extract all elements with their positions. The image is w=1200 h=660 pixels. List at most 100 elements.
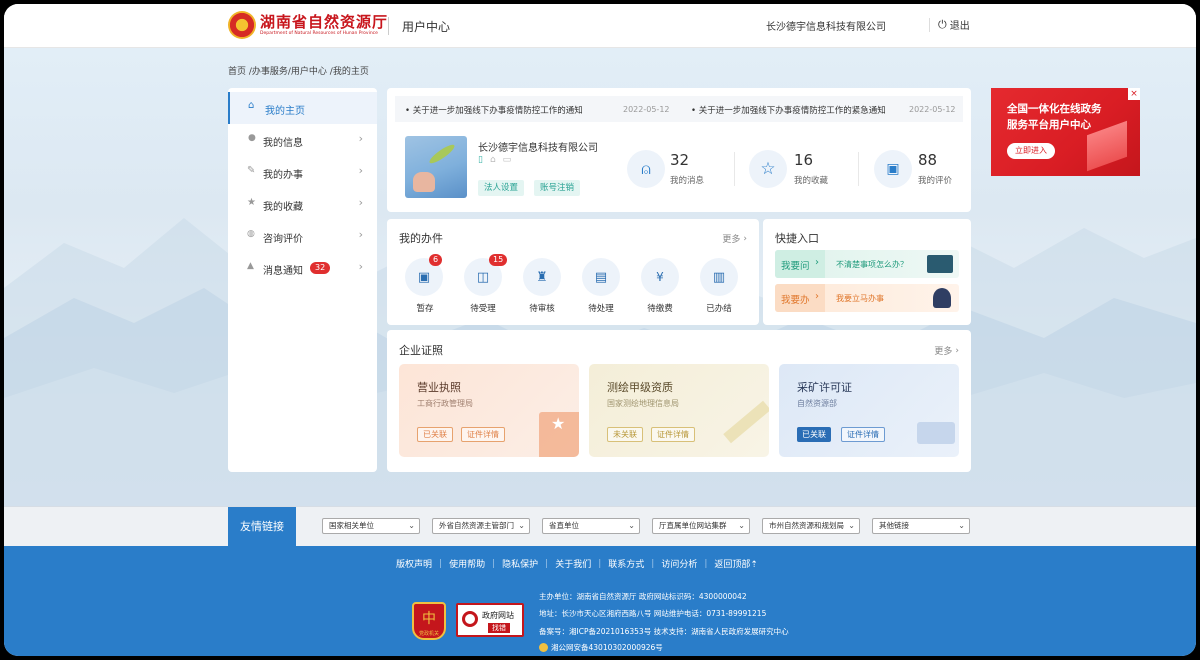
- chevron-right-icon: ›: [358, 196, 363, 209]
- gov-site-error-badge[interactable]: 政府网站 找错: [456, 603, 524, 637]
- legal-settings-button[interactable]: 法人设置: [478, 180, 525, 196]
- clipboard-icon: ▥: [712, 269, 726, 285]
- chevron-right-icon: ›: [358, 228, 363, 241]
- license-status-button[interactable]: 已关联: [797, 427, 831, 442]
- promo-banner[interactable]: 全国一体化在线政务 服务平台用户中心 立即进入 ×: [991, 88, 1140, 176]
- pencil-icon: ✎: [247, 165, 256, 176]
- stat-favorites[interactable]: ☆: [749, 150, 787, 188]
- header-company: 长沙德宇信息科技有限公司: [766, 22, 886, 33]
- doc-clock-icon: ◫: [476, 269, 490, 285]
- stat-divider: [734, 152, 735, 186]
- do-entry[interactable]: 我要办 › 我要立马办事: [775, 284, 959, 312]
- sidebar-item-consult[interactable]: ◍ 咨询评价 ›: [228, 220, 377, 252]
- license-status-button[interactable]: 未关联: [607, 427, 643, 442]
- select-value: 省直单位: [549, 521, 579, 530]
- party-gov-label: 党政机关: [418, 631, 439, 637]
- footer-icp: 备案号：湘ICP备2021016353号 技术支持：湖南省人民政府发展研究中心: [539, 627, 789, 636]
- banner-enter-button[interactable]: 立即进入: [1007, 143, 1055, 159]
- bell-icon: ▲: [247, 261, 254, 271]
- task-label: 待审核: [529, 304, 555, 314]
- footer-link[interactable]: 返回顶部⇡: [714, 557, 758, 570]
- task-label: 待受理: [470, 304, 496, 314]
- select-other-provinces[interactable]: 外省自然资源主管部门 ⌄: [432, 518, 530, 534]
- power-icon: ⏻: [938, 17, 947, 31]
- tasks-more-link[interactable]: 更多 ›: [722, 232, 747, 246]
- select-provincial-units[interactable]: 省直单位 ⌄: [542, 518, 640, 534]
- task-payment-icon[interactable]: ¥: [641, 258, 679, 296]
- task-done-icon[interactable]: ▥: [700, 258, 738, 296]
- breadcrumb[interactable]: 首页 /办事服务/用户中心 /我的主页: [228, 64, 369, 77]
- notice-link[interactable]: • 关于进一步加强线下办事疫情防控工作的通知: [405, 104, 583, 116]
- footer-separator: |: [651, 558, 655, 569]
- footer-link[interactable]: 隐私保护: [502, 557, 538, 570]
- hand-shape: [413, 172, 435, 192]
- select-value: 其他链接: [879, 521, 909, 530]
- sidebar-item-info[interactable]: ● 我的信息 ›: [228, 124, 377, 156]
- my-tasks-card: 我的办件 更多 › ▣ 6 暂存 ◫ 15 待受理 ♜ 待审核 ▤ 待处理 ¥ …: [387, 219, 759, 325]
- mining-cart-icon: [917, 422, 955, 444]
- banner-title: 服务平台用户中心: [1007, 119, 1091, 131]
- site-logo-title[interactable]: 湖南省自然资源厅: [260, 11, 388, 32]
- license-status-button[interactable]: 已关联: [417, 427, 453, 442]
- verify-icons: ▯ ⌂ ▭: [478, 155, 511, 165]
- account-cancel-button[interactable]: 账号注销: [534, 180, 581, 196]
- task-label: 暂存: [416, 304, 434, 314]
- doc-search-icon: ▤: [594, 269, 608, 285]
- footer-link[interactable]: 关于我们: [555, 557, 591, 570]
- select-city-bureaus[interactable]: 市州自然资源和规划局 ⌄: [762, 518, 860, 534]
- chevron-right-icon: ›: [358, 260, 363, 273]
- chevron-down-icon: ⌄: [848, 521, 855, 530]
- sidebar-item-label: 我的信息: [263, 138, 303, 149]
- browser-page: 湖南省自然资源厅 Department of Natural Resources…: [4, 4, 1196, 656]
- stat-divider: [858, 152, 859, 186]
- stat-value: 88: [918, 151, 938, 169]
- footer-separator: |: [704, 558, 708, 569]
- stat-messages[interactable]: ⍝: [627, 150, 665, 188]
- party-gov-badge[interactable]: 中 党政机关: [412, 602, 446, 640]
- footer-host: 主办单位：湖南省自然资源厅 政府网站标识码：4300000042: [539, 592, 747, 601]
- footer-link[interactable]: 版权声明: [396, 557, 432, 570]
- save-icon: ▣: [417, 269, 431, 285]
- stat-reviews[interactable]: ▣: [874, 150, 912, 188]
- sidebar-item-label: 我的主页: [265, 106, 305, 117]
- notice-link[interactable]: • 关于进一步加强线下办事疫情防控工作的紧急通知: [691, 104, 886, 116]
- license-detail-button[interactable]: 证件详情: [461, 427, 505, 442]
- footer-link[interactable]: 使用帮助: [449, 557, 485, 570]
- chevron-down-icon: ⌄: [738, 521, 745, 530]
- license-card-mining[interactable]: 采矿许可证 自然资源部 已关联 证件详情: [779, 364, 959, 457]
- chevron-right-icon: ›: [743, 233, 747, 244]
- footer-separator: |: [598, 558, 602, 569]
- license-card-survey[interactable]: 测绘甲级资质 国家测绘地理信息局 未关联 证件详情: [589, 364, 769, 457]
- select-national-units[interactable]: 国家相关单位 ⌄: [322, 518, 420, 534]
- company-avatar[interactable]: [405, 136, 467, 198]
- tasks-title: 我的办件: [399, 232, 443, 245]
- top-header: 湖南省自然资源厅 Department of Natural Resources…: [4, 4, 1196, 48]
- sidebar-item-tasks[interactable]: ✎ 我的办事 ›: [228, 156, 377, 188]
- task-review-icon[interactable]: ♜: [523, 258, 561, 296]
- sidebar-item-home[interactable]: ⌂ 我的主页: [228, 92, 377, 124]
- chevron-right-icon: ›: [358, 132, 363, 145]
- licenses-more-link[interactable]: 更多 ›: [934, 344, 959, 358]
- footer-link[interactable]: 访问分析: [661, 557, 697, 570]
- licenses-title: 企业证照: [399, 344, 443, 357]
- select-affiliated-sites[interactable]: 厅直属单位网站集群 ⌄: [652, 518, 750, 534]
- star-icon: ★: [551, 414, 566, 433]
- logout-button[interactable]: ⏻ 退出: [938, 17, 970, 33]
- chevron-down-icon: ⌄: [628, 521, 635, 530]
- home-icon: ⌂: [248, 100, 255, 111]
- site-logo-subtitle: Department of Natural Resources of Hunan…: [260, 31, 378, 36]
- sidebar-item-notify[interactable]: ▲ 消息通知 32 ›: [228, 252, 377, 284]
- select-other-links[interactable]: 其他链接 ⌄: [872, 518, 970, 534]
- task-process-icon[interactable]: ▤: [582, 258, 620, 296]
- ask-entry[interactable]: 我要问 › 不清楚事项怎么办？: [775, 250, 959, 278]
- license-name: 采矿许可证: [797, 381, 852, 394]
- license-card-business[interactable]: 营业执照 工商行政管理局 已关联 证件详情 ★: [399, 364, 579, 457]
- sidebar-item-favorites[interactable]: ★ 我的收藏 ›: [228, 188, 377, 220]
- footer-link[interactable]: 联系方式: [608, 557, 644, 570]
- license-detail-button[interactable]: 证件详情: [651, 427, 695, 442]
- license-detail-button[interactable]: 证件详情: [841, 427, 885, 442]
- close-icon[interactable]: ×: [1128, 88, 1140, 100]
- footer-police[interactable]: 湘公网安备43010302000926号: [539, 642, 663, 653]
- licenses-card: 企业证照 更多 › 营业执照 工商行政管理局 已关联 证件详情 ★ 测绘甲级资质…: [387, 330, 971, 472]
- license-org: 自然资源部: [797, 399, 837, 408]
